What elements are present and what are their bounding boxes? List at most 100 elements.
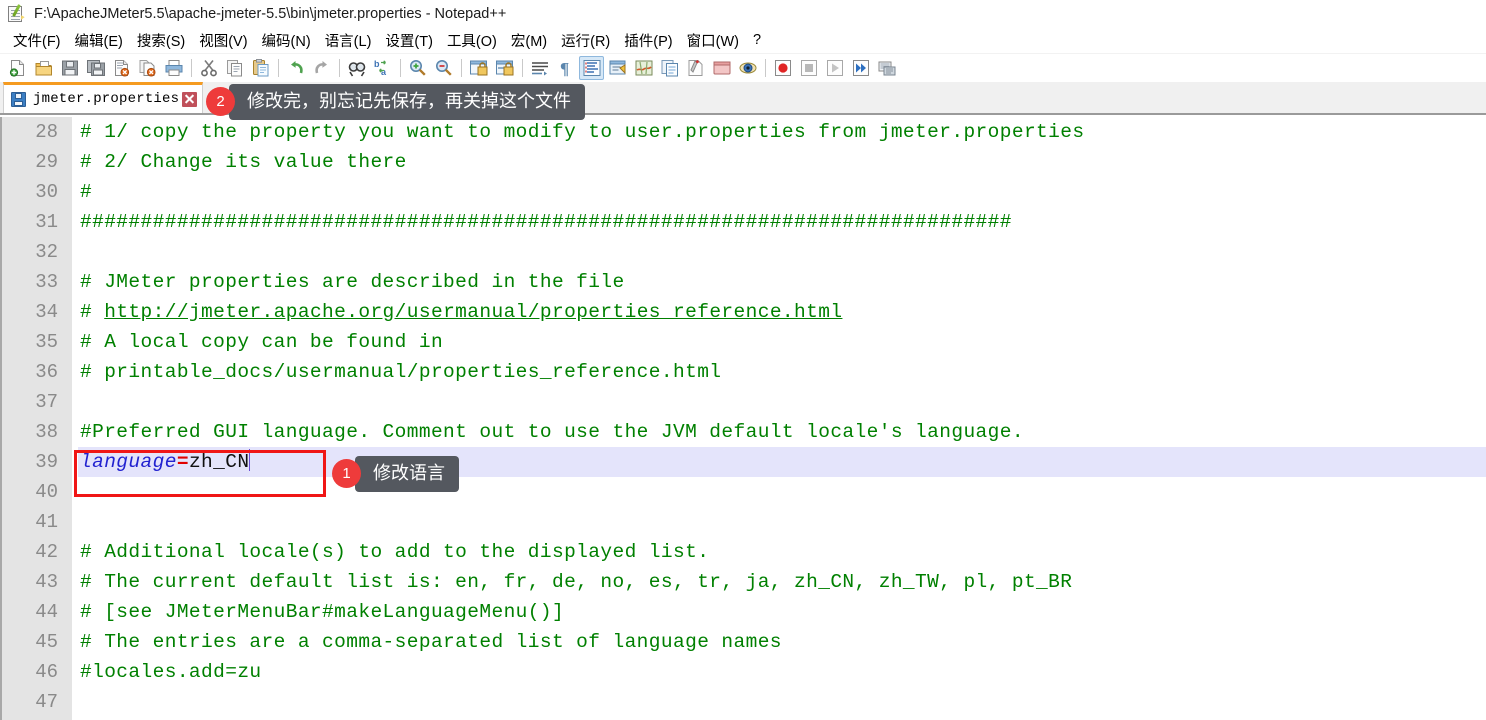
code-line[interactable]: 30 #: [2, 177, 1486, 207]
show-all-characters-icon[interactable]: ¶: [553, 56, 578, 80]
line-content: # The entries are a comma-separated list…: [80, 627, 782, 657]
code-line[interactable]: 45 # The entries are a comma-separated l…: [2, 627, 1486, 657]
menu-tools[interactable]: 工具(O): [440, 28, 504, 54]
redo-icon[interactable]: [309, 56, 334, 80]
code-line[interactable]: 44 # [see JMeterMenuBar#makeLanguageMenu…: [2, 597, 1486, 627]
save-icon[interactable]: [57, 56, 82, 80]
indent-guide-icon[interactable]: [579, 56, 604, 80]
cut-icon[interactable]: [196, 56, 221, 80]
annotation-text-1: 修改语言: [355, 456, 459, 492]
replace-icon[interactable]: b a: [370, 56, 395, 80]
comment-text: # JMeter properties are described in the…: [80, 271, 625, 293]
code-line[interactable]: 31 #####################################…: [2, 207, 1486, 237]
close-all-files-icon[interactable]: [135, 56, 160, 80]
save-current-macro-icon[interactable]: [874, 56, 899, 80]
separator-4: [400, 59, 401, 77]
line-number: 34: [2, 297, 58, 327]
line-number: 30: [2, 177, 58, 207]
comment-text: # A local copy can be found in: [80, 331, 443, 353]
function-list-icon[interactable]: [657, 56, 682, 80]
run-macro-multiple-times-icon[interactable]: [848, 56, 873, 80]
menu-macro[interactable]: 宏(M): [504, 28, 554, 54]
code-line[interactable]: 35 # A local copy can be found in: [2, 327, 1486, 357]
stop-recording-icon[interactable]: [796, 56, 821, 80]
line-number: 47: [2, 687, 58, 717]
undo-icon[interactable]: [283, 56, 308, 80]
code-line[interactable]: 47: [2, 687, 1486, 717]
menu-edit[interactable]: 编辑(E): [68, 28, 130, 54]
separator-2: [278, 59, 279, 77]
line-content: # 1/ copy the property you want to modif…: [80, 117, 1084, 147]
menu-language[interactable]: 语言(L): [318, 28, 379, 54]
sync-horizontal-scroll-icon[interactable]: [492, 56, 517, 80]
word-wrap-icon[interactable]: [527, 56, 552, 80]
line-content: #locales.add=zu: [80, 657, 262, 687]
separator-1: [191, 59, 192, 77]
menu-run[interactable]: 运行(R): [554, 28, 617, 54]
sync-vertical-scroll-icon[interactable]: [466, 56, 491, 80]
menu-window[interactable]: 窗口(W): [680, 28, 746, 54]
line-content: # A local copy can be found in: [80, 327, 443, 357]
print-icon[interactable]: [161, 56, 186, 80]
code-line[interactable]: 36 # printable_docs/usermanual/propertie…: [2, 357, 1486, 387]
code-line[interactable]: 34 # http://jmeter.apache.org/usermanual…: [2, 297, 1486, 327]
new-file-icon[interactable]: [5, 56, 30, 80]
editor-area[interactable]: 28 # 1/ copy the property you want to mo…: [0, 117, 1486, 720]
zoom-out-icon[interactable]: [431, 56, 456, 80]
menu-file[interactable]: 文件(F): [6, 28, 68, 54]
title-bar: F:\ApacheJMeter5.5\apache-jmeter-5.5\bin…: [0, 0, 1486, 28]
code-line[interactable]: 46 #locales.add=zu: [2, 657, 1486, 687]
document-map-icon[interactable]: [631, 56, 656, 80]
menu-encoding[interactable]: 编码(N): [255, 28, 318, 54]
copy-icon[interactable]: [222, 56, 247, 80]
find-icon[interactable]: [344, 56, 369, 80]
code-line[interactable]: 42 # Additional locale(s) to add to the …: [2, 537, 1486, 567]
close-file-icon[interactable]: [109, 56, 134, 80]
code-line[interactable]: 38 #Preferred GUI language. Comment out …: [2, 417, 1486, 447]
menu-bar: 文件(F) 编辑(E) 搜索(S) 视图(V) 编码(N) 语言(L) 设置(T…: [0, 28, 1486, 54]
code-line[interactable]: 28 # 1/ copy the property you want to mo…: [2, 117, 1486, 147]
code-line[interactable]: 37: [2, 387, 1486, 417]
menu-view[interactable]: 视图(V): [192, 28, 254, 54]
monitoring-icon[interactable]: [709, 56, 734, 80]
record-macro-icon[interactable]: [770, 56, 795, 80]
url-link[interactable]: http://jmeter.apache.org/usermanual/prop…: [104, 301, 842, 323]
play-macro-icon[interactable]: [822, 56, 847, 80]
comment-text: # Additional locale(s) to add to the dis…: [80, 541, 709, 563]
line-number: 45: [2, 627, 58, 657]
code-line-current[interactable]: 39 language=zh_CN: [2, 447, 1486, 477]
menu-plugins[interactable]: 插件(P): [617, 28, 679, 54]
line-number: 33: [2, 267, 58, 297]
user-defined-language-icon[interactable]: [605, 56, 630, 80]
line-number: 35: [2, 327, 58, 357]
menu-help[interactable]: ?: [746, 30, 768, 51]
code-line[interactable]: 40: [2, 477, 1486, 507]
line-content: # 2/ Change its value there: [80, 147, 407, 177]
code-line[interactable]: 33 # JMeter properties are described in …: [2, 267, 1486, 297]
line-content-language-setting: language=zh_CN: [80, 447, 250, 477]
code-line[interactable]: 29 # 2/ Change its value there: [2, 147, 1486, 177]
line-number: 41: [2, 507, 58, 537]
paste-icon[interactable]: [248, 56, 273, 80]
menu-search[interactable]: 搜索(S): [130, 28, 192, 54]
code-line[interactable]: 41: [2, 507, 1486, 537]
line-number: 40: [2, 477, 58, 507]
tab-jmeter-properties[interactable]: jmeter.properties: [3, 82, 203, 113]
line-number: 32: [2, 237, 58, 267]
close-icon[interactable]: [182, 92, 197, 107]
line-number: 28: [2, 117, 58, 147]
property-value: zh_CN: [189, 451, 250, 473]
save-all-icon[interactable]: [83, 56, 108, 80]
menu-settings[interactable]: 设置(T): [378, 28, 440, 54]
line-number: 43: [2, 567, 58, 597]
annotation-callout-1: 1 修改语言: [332, 456, 459, 492]
line-number: 36: [2, 357, 58, 387]
folder-as-workspace-icon[interactable]: [683, 56, 708, 80]
eye-monitoring-icon[interactable]: [735, 56, 760, 80]
zoom-in-icon[interactable]: [405, 56, 430, 80]
open-file-icon[interactable]: [31, 56, 56, 80]
comment-separator-text: ########################################…: [80, 211, 1012, 233]
code-lines[interactable]: 28 # 1/ copy the property you want to mo…: [2, 117, 1486, 720]
code-line[interactable]: 32: [2, 237, 1486, 267]
code-line[interactable]: 43 # The current default list is: en, fr…: [2, 567, 1486, 597]
